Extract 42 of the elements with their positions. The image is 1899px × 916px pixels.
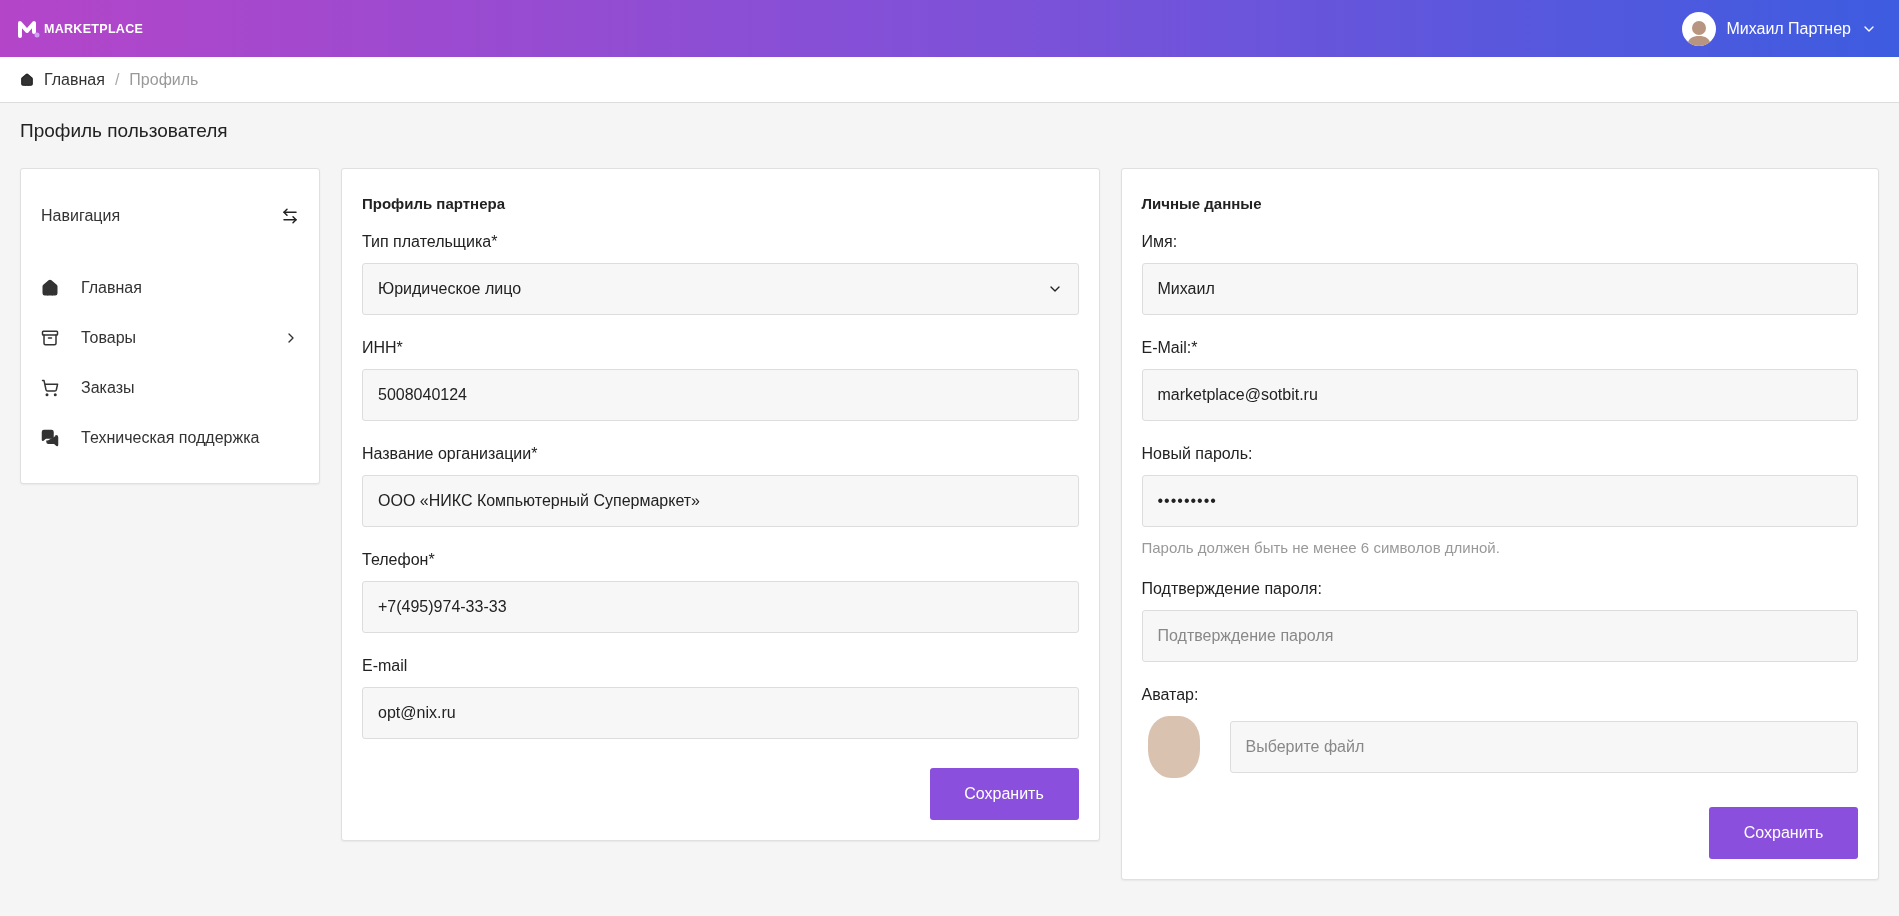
field-label: Новый пароль: xyxy=(1141,445,1254,463)
field-label: Аватар: xyxy=(1141,686,1200,704)
field-label: Телефон* xyxy=(362,551,436,569)
save-button[interactable]: Сохранить xyxy=(1709,807,1858,859)
field-label: Название организации* xyxy=(362,445,539,463)
nav-item[interactable]: Заказы xyxy=(41,363,299,413)
input-field[interactable]: +7(495)974-33-33 xyxy=(362,581,1079,633)
field-hint: Пароль должен быть не менее 6 символов длиной. xyxy=(1141,539,1501,556)
nav-item[interactable]: Товары xyxy=(41,313,299,363)
field-label: E-mail xyxy=(362,657,409,675)
nav-item[interactable]: Главная xyxy=(41,263,299,313)
input-field[interactable]: Михаил xyxy=(1141,263,1858,315)
field-label: Имя: xyxy=(1141,233,1179,251)
save-button[interactable]: Сохранить xyxy=(929,768,1079,820)
logo-text: MARKETPLACE xyxy=(44,21,144,36)
house-icon xyxy=(41,279,59,297)
house-icon xyxy=(20,72,34,87)
logo-icon xyxy=(18,19,40,38)
card-title: Личные данные xyxy=(1141,195,1263,212)
nav-title: Навигация xyxy=(41,207,121,225)
photo-placeholder xyxy=(1147,716,1200,778)
breadcrumb-link[interactable]: Главная xyxy=(44,70,105,89)
archive-box-icon xyxy=(41,329,59,347)
field-label: ИНН* xyxy=(362,339,404,357)
input-field[interactable]: marketplace@sotbit.ru xyxy=(1141,369,1858,421)
avatar-icon xyxy=(1682,11,1717,46)
field-label: Тип плательщика* xyxy=(362,233,499,251)
chat-bubbles-icon xyxy=(41,429,59,447)
page-title: Профиль пользователя xyxy=(19,119,229,143)
user-menu[interactable]: Михаил Партнер xyxy=(1682,11,1877,46)
input-field[interactable]: 5008040124 xyxy=(362,369,1079,421)
select-field[interactable]: Юридическое лицо xyxy=(362,263,1079,315)
swap-arrows-icon[interactable] xyxy=(281,207,299,225)
breadcrumb-separator: / xyxy=(114,70,120,89)
field-label: Подтверждение пароля: xyxy=(1141,580,1323,598)
field-label: E-Mail:* xyxy=(1141,339,1199,357)
password-field[interactable]: ••••••••• xyxy=(1141,475,1858,527)
cart-icon xyxy=(41,379,59,397)
input-field[interactable]: ООО «НИКС Компьютерный Супермаркет» xyxy=(362,475,1079,527)
input-field[interactable]: opt@nix.ru xyxy=(362,687,1079,739)
card-title: Профиль партнера xyxy=(362,195,506,212)
nav-item[interactable]: Техническая поддержка xyxy=(41,413,299,463)
